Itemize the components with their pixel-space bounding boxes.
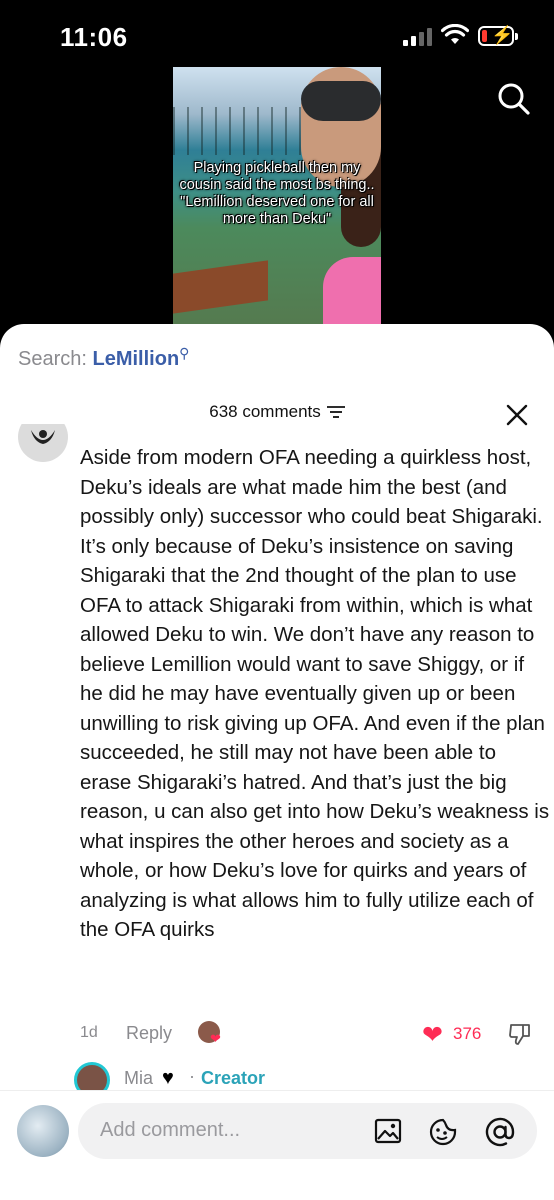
wifi-icon (441, 24, 469, 44)
separator-dot: · (189, 1066, 195, 1086)
search-label: Search: (18, 348, 87, 370)
status-bar: 11:06 ⚡ (0, 0, 554, 70)
reply-button[interactable]: Reply (126, 1023, 172, 1044)
battery-icon: ⚡ (478, 25, 518, 46)
comments-header: 638 comments (0, 402, 554, 422)
black-heart-icon: ♥ (162, 1067, 174, 1089)
image-icon[interactable] (374, 1117, 402, 1145)
dislike-icon[interactable] (508, 1022, 532, 1046)
video-caption: Playing pickleball then my cousin said t… (179, 160, 375, 227)
comment-input-placeholder: Add comment... (100, 1119, 241, 1141)
search-term[interactable]: LeMillion (93, 348, 180, 370)
like-count: 376 (453, 1024, 482, 1043)
comments-sheet: Search: LeMillion⚲ 638 comments Aside fr… (0, 324, 554, 1200)
emoji-sticker-icon[interactable] (428, 1117, 458, 1147)
close-icon[interactable] (506, 404, 528, 426)
comment-composer: Add comment... (0, 1090, 554, 1200)
reply-author: Mia (124, 1068, 154, 1088)
mention-icon[interactable] (485, 1117, 515, 1147)
like-heart-icon[interactable]: ❤ (422, 1020, 443, 1050)
sort-filter-icon[interactable] (326, 405, 345, 419)
creator-badge: Creator (201, 1068, 266, 1088)
commenter-avatar[interactable] (18, 424, 68, 464)
comment-input[interactable]: Add comment... (78, 1103, 537, 1159)
creator-liked-heart-icon: ❤ (210, 1031, 221, 1046)
comment-body: Aside from modern OFA needing a quirkles… (80, 446, 550, 941)
comment-age: 1d (80, 1024, 98, 1041)
cellular-signal-icon (403, 28, 432, 46)
user-avatar[interactable] (17, 1105, 69, 1157)
search-small-icon: ⚲ (179, 345, 190, 361)
search-suggestion[interactable]: Search: LeMillion⚲ (18, 345, 190, 371)
status-time: 11:06 (60, 22, 128, 52)
comments-count: 638 comments (209, 402, 321, 421)
search-icon[interactable] (497, 82, 531, 116)
comment-meta: 1d Reply ❤ ❤ 376 (80, 1020, 540, 1050)
